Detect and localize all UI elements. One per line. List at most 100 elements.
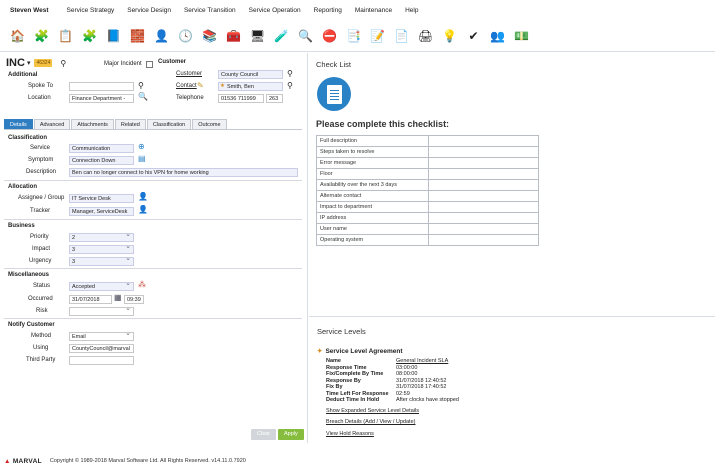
third-party-input[interactable]	[69, 356, 134, 365]
telephone-label: Telephone	[176, 95, 204, 101]
checkmark-icon[interactable]: ✔	[464, 27, 483, 46]
money-icon[interactable]: 💵	[512, 27, 531, 46]
impact-select[interactable]: 3	[69, 245, 134, 254]
checklist-item-value[interactable]	[428, 146, 539, 158]
idea-icon[interactable]: 💡	[440, 27, 459, 46]
location-lookup-icon[interactable]: 🔍	[138, 93, 148, 101]
show-expanded-sla-link[interactable]: Show Expanded Service Level Details	[326, 408, 419, 414]
telephone-input[interactable]: 01536 711999	[218, 94, 264, 103]
checklist-item-value[interactable]	[428, 212, 539, 224]
checklist-item-value[interactable]	[428, 190, 539, 202]
printer-icon[interactable]: 🖨	[416, 27, 435, 46]
priority-select[interactable]: 2	[69, 233, 134, 242]
breach-details-link[interactable]: Breach Details (Add / View / Update)	[326, 419, 415, 425]
checklist-row: Full description	[316, 135, 539, 147]
menu-maintenance[interactable]: Maintenance	[355, 7, 392, 14]
checklist-item-value[interactable]	[428, 223, 539, 235]
search-doc-icon[interactable]: 🔍	[296, 27, 315, 46]
people-icon[interactable]: 👥	[488, 27, 507, 46]
urgency-select[interactable]: 3	[69, 257, 134, 266]
status-select[interactable]: Accepted	[69, 282, 134, 291]
search-icon[interactable]: ⚲	[287, 82, 293, 90]
customer-input[interactable]: County Council	[218, 70, 283, 79]
risk-select[interactable]	[69, 307, 134, 316]
top-menu-bar: Steven West Service Strategy Service Des…	[0, 0, 715, 20]
pencil-icon[interactable]: ✎	[197, 82, 204, 90]
info-icon[interactable]: ⊕	[138, 143, 145, 151]
contact-link[interactable]: Contact	[176, 83, 197, 89]
menu-service-design[interactable]: Service Design	[127, 7, 171, 14]
apply-button[interactable]: Apply	[278, 429, 304, 440]
money-icon-glyph: 💵	[514, 29, 529, 43]
home-icon[interactable]: 🏠	[8, 27, 27, 46]
monitor-icon[interactable]: 🖥	[248, 27, 267, 46]
spoke-to-input[interactable]	[69, 82, 134, 91]
sla-row-key: Fix By	[326, 384, 343, 390]
current-user[interactable]: Steven West	[10, 7, 49, 14]
status-flow-icon[interactable]: ⁂	[138, 281, 146, 289]
checklist-item-value[interactable]	[428, 179, 539, 191]
checklist-item-value[interactable]	[428, 168, 539, 180]
checklist-item-value[interactable]	[428, 201, 539, 213]
view-hold-reasons-link[interactable]: View Hold Reasons	[326, 431, 374, 437]
menu-service-strategy[interactable]: Service Strategy	[67, 7, 115, 14]
document-icon[interactable]: 📄	[392, 27, 411, 46]
checklist-item-value[interactable]	[428, 157, 539, 169]
menu-service-transition[interactable]: Service Transition	[184, 7, 236, 14]
bottles-icon[interactable]: 🧪	[272, 27, 291, 46]
blocks-icon[interactable]: 🧱	[128, 27, 147, 46]
assignee-input[interactable]: IT Service Desk	[69, 194, 134, 203]
search-doc-icon-glyph: 🔍	[298, 29, 313, 43]
book-icon[interactable]: 📘	[104, 27, 123, 46]
user-service-icon[interactable]: 👤	[152, 27, 171, 46]
form-icon[interactable]: 📋	[56, 27, 75, 46]
search-icon[interactable]: ⚲	[60, 59, 66, 68]
user-lookup-icon[interactable]: 👤	[138, 206, 148, 214]
sla-row-key: Time Left For Response	[326, 390, 389, 397]
calendar-icon[interactable]: ▦	[114, 294, 122, 302]
major-incident-checkbox[interactable]	[146, 61, 153, 68]
checklist-row: Floor	[316, 168, 539, 180]
notes-icon[interactable]: 📝	[368, 27, 387, 46]
menu-service-operation[interactable]: Service Operation	[249, 7, 301, 14]
service-input[interactable]: Communication	[69, 144, 134, 153]
contact-input[interactable]: ★ Smith, Ben	[218, 82, 283, 91]
tracker-input[interactable]: Manager, ServiceDesk	[69, 207, 134, 216]
checkmark-icon-glyph: ✔	[468, 29, 479, 43]
incident-number-badge: 46324	[34, 59, 53, 67]
symptom-input[interactable]: Connection Down	[69, 156, 134, 165]
panel-divider	[307, 53, 308, 443]
method-select[interactable]: Email	[69, 332, 134, 341]
search-icon[interactable]: ⚲	[138, 82, 144, 90]
business-heading: Business	[8, 223, 35, 229]
using-label: Using	[33, 345, 49, 351]
toolbox-icon[interactable]: 🧰	[224, 27, 243, 46]
blocks-icon-glyph: 🧱	[130, 29, 145, 43]
assignee-label: Assignee / Group	[18, 195, 65, 201]
alert-icon[interactable]: ⛔	[320, 27, 339, 46]
symptom-lookup-icon[interactable]: ▤	[138, 155, 146, 163]
toolbar-divider	[0, 51, 715, 52]
description-input[interactable]: Ben can no longer connect to his VPN for…	[69, 168, 298, 177]
menu-reporting[interactable]: Reporting	[314, 7, 342, 14]
checklist-item-value[interactable]	[428, 234, 539, 246]
clock-icon[interactable]: 🕓	[176, 27, 195, 46]
tab-underline	[4, 129, 302, 130]
location-input[interactable]: Finance Department -	[69, 94, 134, 103]
occurred-date-input[interactable]: 31/07/2018	[69, 295, 112, 304]
copy-icon[interactable]: 📑	[344, 27, 363, 46]
occurred-time-input[interactable]: 09:39	[124, 295, 144, 304]
clear-button[interactable]: Clear	[251, 429, 277, 440]
knowledge-icon[interactable]: 📚	[200, 27, 219, 46]
puzzle-icon[interactable]: 🧩	[80, 27, 99, 46]
menu-help[interactable]: Help	[405, 7, 418, 14]
checklist-item-value[interactable]	[428, 135, 539, 147]
sla-row-value[interactable]: General Incident SLA	[396, 358, 448, 364]
dropdown-arrow-icon[interactable]: ▾	[27, 59, 31, 67]
incident-icon[interactable]: 🧩	[32, 27, 51, 46]
user-lookup-icon[interactable]: 👤	[138, 193, 148, 201]
extension-input[interactable]: 263	[266, 94, 283, 103]
using-input[interactable]: CountyCouncil@marval	[69, 344, 134, 353]
search-icon[interactable]: ⚲	[287, 70, 293, 78]
customer-link[interactable]: Customer	[176, 71, 202, 77]
